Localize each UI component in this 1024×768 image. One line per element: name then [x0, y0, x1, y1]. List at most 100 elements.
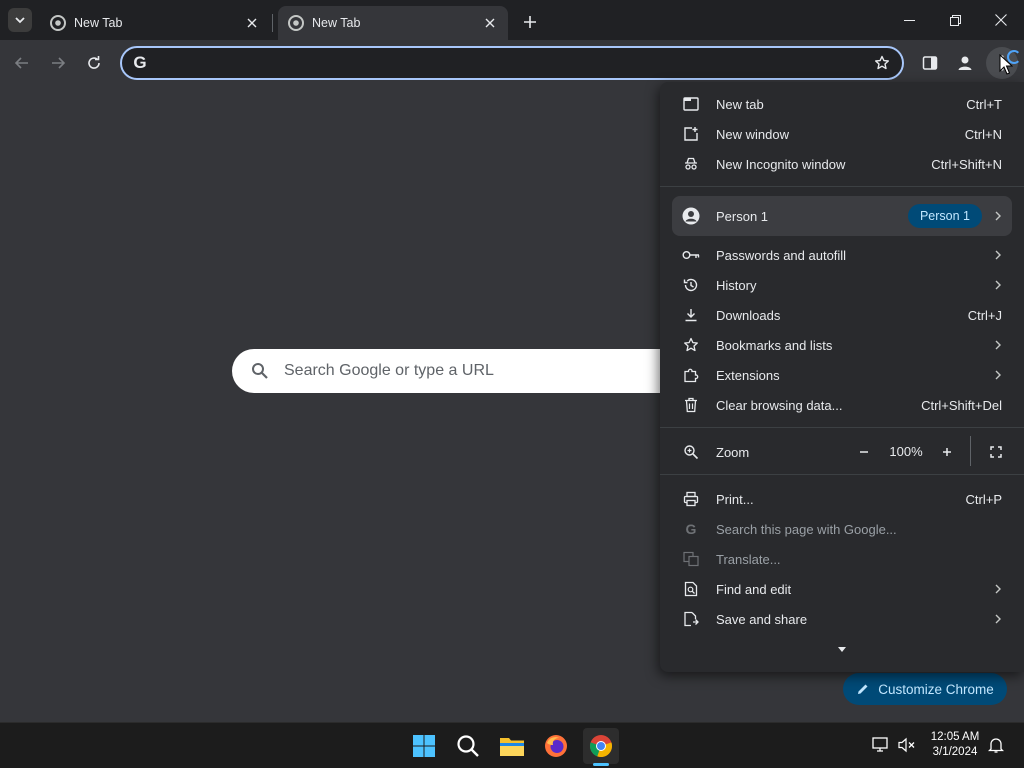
menu-item-new-window[interactable]: New window Ctrl+N: [660, 119, 1024, 149]
minimize-button[interactable]: [886, 0, 932, 40]
chevron-right-icon: [992, 210, 1004, 222]
menu-shortcut: Ctrl+N: [964, 126, 1002, 142]
zoom-magnifier-icon: [682, 443, 700, 461]
menu-item-print[interactable]: Print... Ctrl+P: [660, 484, 1024, 514]
scroll-more-arrow-icon[interactable]: [837, 644, 847, 654]
close-tab-icon[interactable]: [482, 15, 498, 31]
taskbar-search-button[interactable]: [450, 728, 486, 764]
profile-button[interactable]: [951, 49, 979, 77]
menu-label: History: [716, 277, 757, 293]
menu-item-clear-data[interactable]: Clear browsing data... Ctrl+Shift+Del: [660, 390, 1024, 420]
address-input[interactable]: [158, 55, 868, 71]
translate-icon: [682, 550, 700, 568]
side-panel-button[interactable]: [916, 49, 944, 77]
chevron-down-icon: [15, 17, 25, 24]
folder-icon: [500, 738, 524, 756]
menu-item-find-edit[interactable]: Find and edit: [660, 574, 1024, 604]
search-icon: [457, 735, 479, 757]
firefox-button[interactable]: [538, 728, 574, 764]
fullscreen-button[interactable]: [982, 437, 1010, 467]
close-window-button[interactable]: [978, 0, 1024, 40]
chevron-right-icon: [992, 613, 1004, 625]
tab-title: New Tab: [312, 16, 361, 30]
active-app-indicator: [593, 763, 609, 766]
person-icon: [682, 207, 700, 225]
customize-chrome-button[interactable]: Customize Chrome: [843, 673, 1007, 705]
zoom-in-button[interactable]: [933, 437, 961, 467]
menu-item-bookmarks[interactable]: Bookmarks and lists: [660, 330, 1024, 360]
forward-button[interactable]: [44, 49, 72, 77]
reload-icon: [88, 56, 100, 69]
star-icon: [682, 336, 700, 354]
file-explorer-button[interactable]: [494, 728, 530, 764]
zoom-value: 100%: [889, 444, 923, 459]
menu-label: Bookmarks and lists: [716, 337, 833, 353]
menu-label: New window: [716, 126, 789, 142]
system-clock[interactable]: 12:05 AM 3/1/2024: [922, 730, 988, 760]
menu-shortcut: Ctrl+P: [965, 491, 1002, 507]
fullscreen-icon: [990, 446, 1002, 458]
new-tab-button[interactable]: [518, 10, 542, 34]
menu-label: Print...: [716, 491, 754, 507]
restore-button[interactable]: [932, 0, 978, 40]
side-panel-icon: [922, 56, 938, 70]
menu-item-new-incognito[interactable]: New Incognito window Ctrl+Shift+N: [660, 149, 1024, 179]
clock-time: 12:05 AM: [930, 731, 980, 743]
menu-separator: [660, 427, 1024, 428]
menu-item-translate[interactable]: Translate...: [660, 544, 1024, 574]
tab-new-tab-1[interactable]: New Tab: [40, 6, 270, 40]
menu-item-search-page[interactable]: G Search this page with Google...: [660, 514, 1024, 544]
chevron-right-icon: [992, 583, 1004, 595]
menu-item-save-share[interactable]: Save and share: [660, 604, 1024, 634]
menu-item-passwords[interactable]: Passwords and autofill: [660, 240, 1024, 270]
chevron-right-icon: [992, 369, 1004, 381]
menu-shortcut: Ctrl+T: [966, 96, 1002, 112]
menu-label: Zoom: [716, 444, 750, 460]
notification-bell-icon[interactable]: [986, 735, 1006, 755]
tab-new-tab-2[interactable]: New Tab: [278, 6, 508, 40]
close-icon: [995, 14, 1007, 26]
key-icon: [682, 246, 700, 264]
zoom-out-button[interactable]: [850, 437, 878, 467]
reload-button[interactable]: [80, 49, 108, 77]
zoom-divider: [970, 436, 971, 466]
chevron-right-icon: [992, 279, 1004, 291]
loading-spinner-icon: [1007, 50, 1021, 64]
volume-muted-icon[interactable]: [897, 735, 917, 755]
menu-label: Translate...: [716, 551, 781, 567]
chrome-favicon-icon: [50, 15, 66, 31]
start-button[interactable]: [406, 728, 442, 764]
minus-icon: [860, 451, 868, 453]
menu-separator: [660, 474, 1024, 475]
google-g-icon: G: [133, 53, 147, 72]
ntp-search-placeholder: Search Google or type a URL: [284, 362, 494, 379]
menu-label: Save and share: [716, 611, 808, 627]
close-tab-icon[interactable]: [244, 15, 260, 31]
back-arrow-icon: [14, 57, 28, 69]
find-document-icon: [682, 580, 700, 598]
chevron-right-icon: [992, 249, 1004, 261]
menu-label: Clear browsing data...: [716, 397, 843, 413]
menu-label: Downloads: [716, 307, 781, 323]
forward-arrow-icon: [52, 57, 66, 69]
history-icon: [682, 276, 700, 294]
minimize-icon: [903, 19, 915, 21]
tab-title: New Tab: [74, 16, 123, 30]
back-button[interactable]: [8, 49, 36, 77]
chrome-favicon-icon: [288, 15, 304, 31]
menu-item-new-tab[interactable]: New tab Ctrl+T: [660, 89, 1024, 119]
network-icon[interactable]: [871, 735, 891, 755]
tab-search-button[interactable]: [8, 8, 32, 32]
menu-shortcut: Ctrl+Shift+Del: [921, 397, 1002, 413]
menu-item-extensions[interactable]: Extensions: [660, 360, 1024, 390]
tab-separator: [272, 14, 273, 32]
address-bar[interactable]: G: [120, 46, 904, 80]
windows-logo-icon: [413, 735, 435, 757]
menu-item-downloads[interactable]: Downloads Ctrl+J: [660, 300, 1024, 330]
menu-item-history[interactable]: History: [660, 270, 1024, 300]
menu-label: Find and edit: [716, 581, 792, 597]
chrome-main-menu: New tab Ctrl+T New window Ctrl+N New Inc…: [660, 82, 1024, 672]
trash-icon: [682, 396, 700, 414]
chrome-taskbar-button[interactable]: [583, 728, 619, 764]
bookmark-star-icon[interactable]: [868, 49, 896, 77]
